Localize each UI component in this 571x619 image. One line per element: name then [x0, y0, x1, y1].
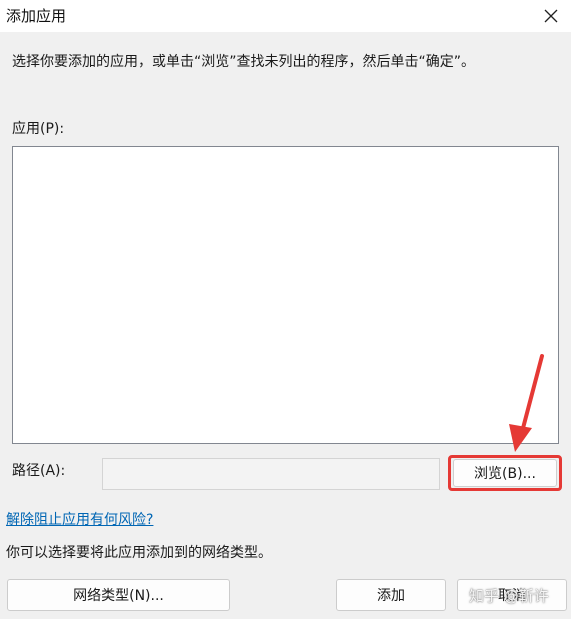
close-icon: [544, 9, 558, 23]
add-button[interactable]: 添加: [336, 579, 446, 611]
network-types-button[interactable]: 网络类型(N)...: [7, 579, 230, 611]
apps-label: 应用(P):: [12, 121, 65, 137]
dialog-body: 选择你要添加的应用，或单击“浏览”查找未列出的程序，然后单击“确定”。 应用(P…: [0, 32, 571, 619]
path-label: 路径(A):: [12, 463, 66, 479]
path-input[interactable]: [102, 458, 440, 490]
network-type-note: 你可以选择要将此应用添加到的网络类型。: [6, 545, 272, 561]
apps-list[interactable]: [12, 146, 559, 444]
browse-button[interactable]: 浏览(B)...: [453, 459, 557, 487]
window-title: 添加应用: [6, 7, 67, 25]
close-button[interactable]: [537, 2, 565, 30]
instruction-text: 选择你要添加的应用，或单击“浏览”查找未列出的程序，然后单击“确定”。: [12, 54, 476, 70]
title-bar: 添加应用: [0, 0, 571, 32]
cancel-button[interactable]: 取消: [457, 579, 567, 611]
risk-info-link[interactable]: 解除阻止应用有何风险?: [6, 510, 153, 530]
